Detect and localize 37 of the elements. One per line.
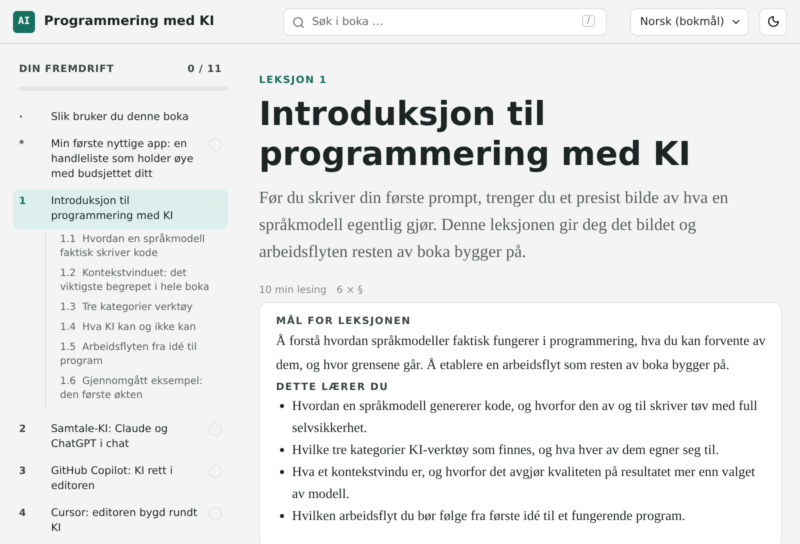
theme-toggle-button[interactable]	[759, 8, 787, 36]
app-title: Programmering med KI	[44, 14, 216, 29]
card-heading: DETTE LÆRER DU	[276, 381, 390, 395]
lesson-title: Introduksjon til programmering med KI	[259, 94, 692, 174]
bullet-icon	[280, 470, 284, 474]
learning-point: Hvilke tre kategorier KI-verktøy som finnes, og hva hver av dem egner seg til.	[292, 441, 719, 459]
lesson-meta: 10 min lesing	[259, 285, 327, 296]
learning-point: Hvilken arbeidsflyt du bør følge fra første idé til et fungerende program.	[292, 507, 686, 525]
section-link[interactable]: 1.6 Gjennomgått eksempel: den første økten	[60, 373, 212, 407]
chapter-item[interactable]: 1 Introduksjon til programmering med KI	[13, 189, 228, 229]
logo: AI	[13, 10, 35, 32]
bullet-icon	[280, 514, 284, 518]
chapter-item[interactable]: 4 Cursor: editoren bygd rundt KI	[13, 501, 228, 541]
learning-point: Hva et kontekstvindu er, og hvorfor det avgjør kvaliteten på resultatet mer enn valget av modell.	[292, 463, 756, 503]
section-link[interactable]: 1.2 Kontekstvinduet: det viktigste begrepet i hele boka	[60, 265, 212, 299]
section-link[interactable]: 1.4 Hva KI kan og ikke kan	[60, 319, 212, 339]
chapter-item[interactable]: 2 Samtale-KI: Claude og ChatGPT i chat	[13, 417, 228, 457]
moon-icon	[766, 15, 780, 28]
bullet-icon	[280, 404, 284, 408]
section-link[interactable]: 1.3 Tre kategorier verktøy	[60, 299, 212, 319]
section-link[interactable]: 1.5 Arbeidsflyten fra idé til program	[60, 339, 212, 373]
lesson-meta: 6 × §	[336, 285, 363, 296]
learning-point: Hvordan en språkmodell genererer kode, og hvorfor den av og til skriver tøv med full selvsikkerhet.	[292, 397, 758, 437]
shortcut-hint: /	[582, 14, 595, 26]
lesson-label: LEKSJON 1	[259, 75, 328, 86]
progress-label: DIN FREMDRIFT	[19, 64, 114, 75]
language-select[interactable]: Norsk (bokmål)	[630, 8, 749, 36]
bullet-icon	[280, 448, 284, 452]
section-link[interactable]: 1.1 Hvordan en språkmodell faktisk skriver kode	[60, 231, 212, 265]
goals-text: Å forstå hvordan språkmodeller faktisk fungerer i programmering, hva du kan forvente av dem, og hvor grensene går. Å etablere en arbeidsflyt som resten av boka bygger på.	[276, 332, 767, 374]
progress-count: 0 / 11	[188, 64, 222, 75]
chapter-item[interactable]: 3 GitHub Copilot: KI rett i editoren	[13, 459, 228, 499]
chapter-item[interactable]: · Slik bruker du denne boka	[13, 105, 228, 130]
chapter-item[interactable]: * Min første nyttige app: en handleliste som holder øye med budsjettet ditt	[13, 132, 228, 187]
search-icon	[292, 16, 305, 28]
lesson-intro: Før du skriver din første prompt, trenger du et presist bilde av hva en språkmodell egentlig gjør. Denne leksjonen gir deg det bildet og arbeidsflyten resten av boka bygger på.	[259, 187, 730, 263]
card-heading: MÅL FOR LEKSJONEN	[276, 315, 412, 329]
